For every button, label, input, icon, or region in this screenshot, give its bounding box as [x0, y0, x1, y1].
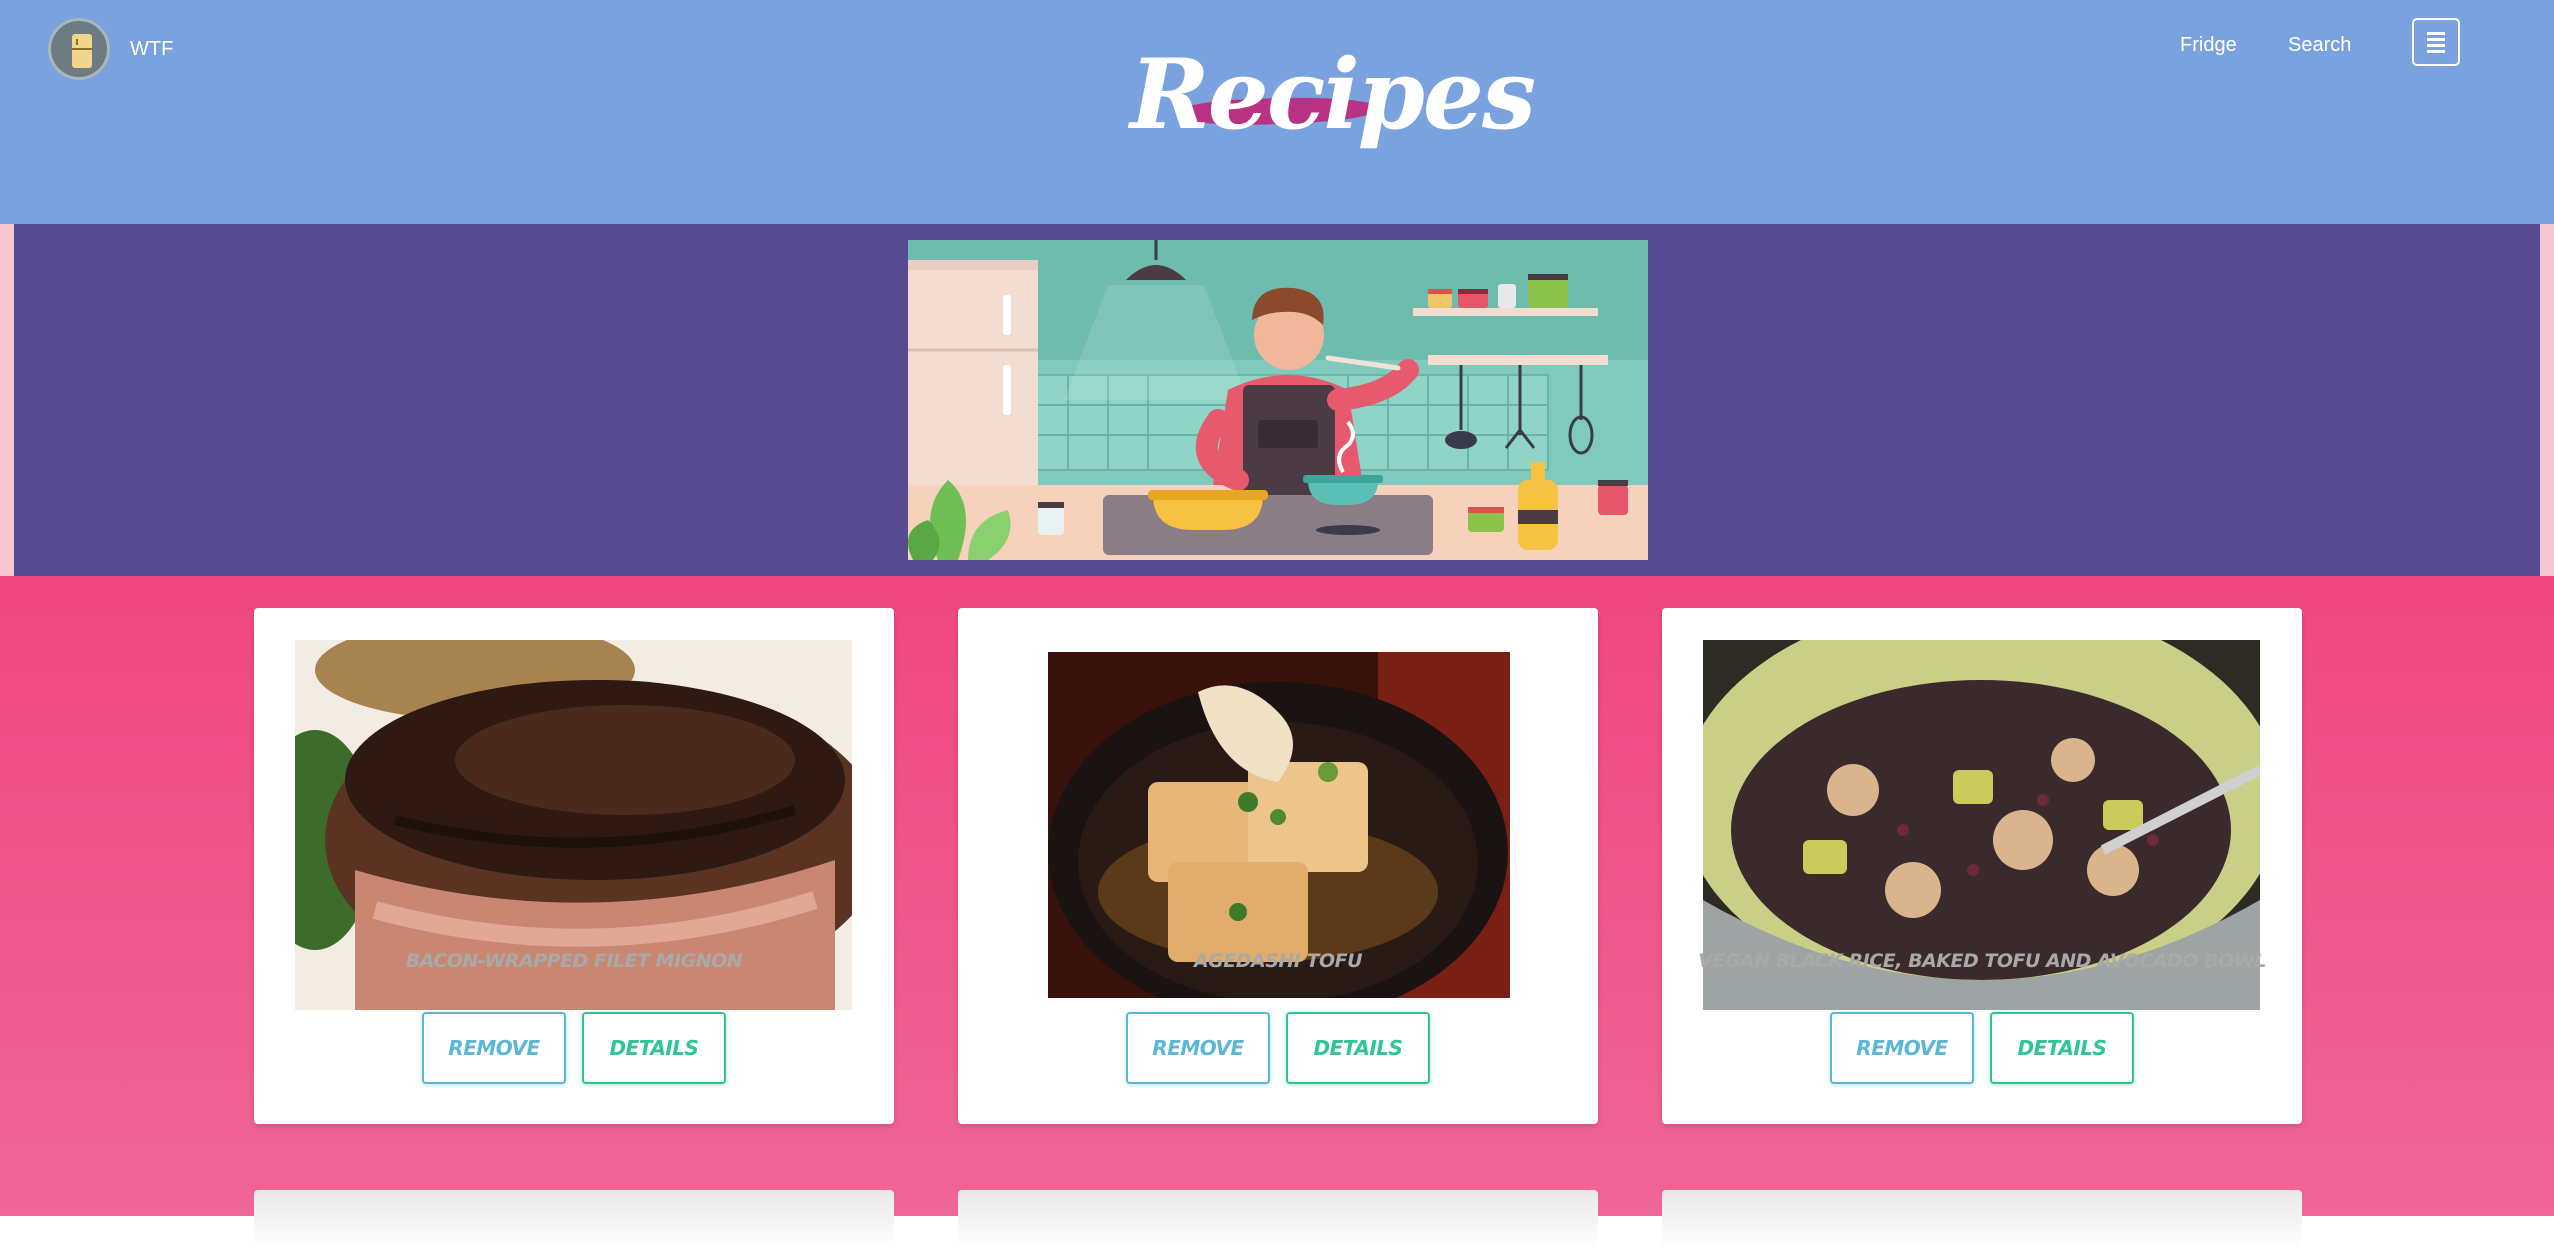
hamburger-menu-icon: [2427, 32, 2445, 35]
hero-edge-right: [2540, 224, 2554, 576]
hero-edge-left: [0, 224, 14, 576]
hero-banner: [14, 224, 2540, 576]
page-title-text: Recipes: [1130, 38, 1536, 151]
nav-link-search[interactable]: Search: [2288, 34, 2351, 57]
page-title: Recipes: [1130, 30, 1536, 160]
details-button[interactable]: Details: [1990, 1012, 2134, 1084]
brand[interactable]: WTF: [48, 18, 173, 80]
recipe-title: Agedashi Tofu: [1193, 950, 1363, 972]
recipe-card: Agedashi Tofu Remove Details: [958, 608, 1598, 1124]
remove-button[interactable]: Remove: [1126, 1012, 1270, 1084]
site-header: WTF Recipes Fridge Search: [0, 0, 2554, 224]
recipe-list: Bacon-Wrapped Filet Mignon Remove Detail…: [0, 576, 2554, 1250]
remove-button[interactable]: Remove: [1830, 1012, 1974, 1084]
nav-link-fridge[interactable]: Fridge: [2180, 34, 2237, 57]
recipe-card-partial: [1662, 1190, 2302, 1250]
recipe-title: Bacon-Wrapped Filet Mignon: [405, 950, 743, 972]
details-button[interactable]: Details: [582, 1012, 726, 1084]
recipe-card-partial: [254, 1190, 894, 1250]
fridge-icon[interactable]: [48, 18, 110, 80]
remove-button[interactable]: Remove: [422, 1012, 566, 1084]
brand-name[interactable]: WTF: [130, 38, 173, 61]
recipe-card: Vegan Black Rice, Baked Tofu and Avocado…: [1662, 608, 2302, 1124]
recipe-card-partial: [958, 1190, 1598, 1250]
agedashi-tofu-photo[interactable]: [1048, 652, 1510, 998]
chef-tasting-illustration: [908, 240, 1648, 560]
hamburger-menu-button[interactable]: [2412, 18, 2460, 66]
details-button[interactable]: Details: [1286, 1012, 1430, 1084]
recipe-title: Vegan Black Rice, Baked Tofu and Avocado…: [1698, 950, 2266, 972]
recipe-card: Bacon-Wrapped Filet Mignon Remove Detail…: [254, 608, 894, 1124]
